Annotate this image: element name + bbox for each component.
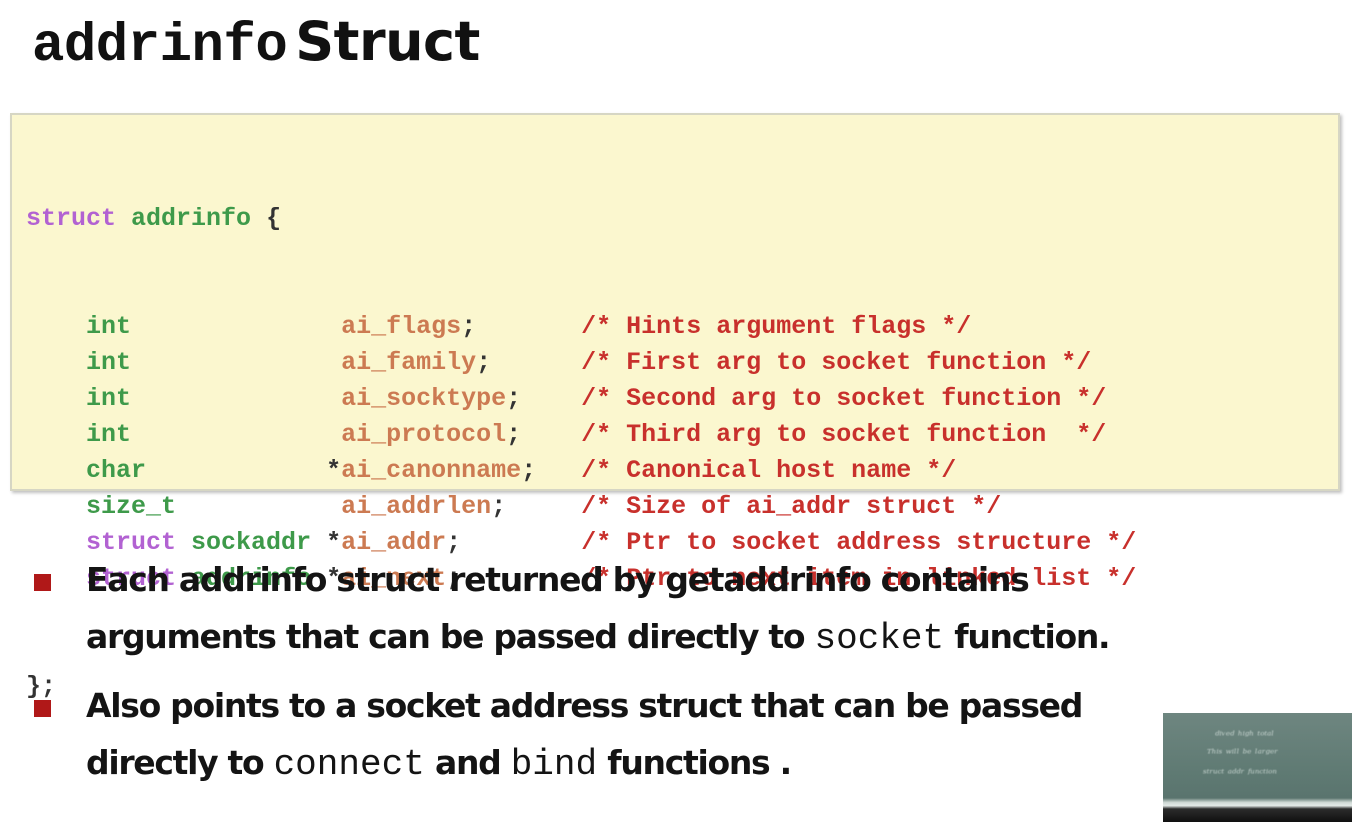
field-name: ai_protocol [341, 420, 507, 449]
code-bind: bind [510, 744, 598, 785]
struct-keyword: struct [26, 204, 117, 233]
semicolon: ; [521, 456, 537, 485]
slide-title-text: Struct [295, 10, 480, 73]
semicolon: ; [506, 384, 522, 413]
field-comment: /* Hints argument flags */ [581, 312, 972, 341]
slide-title-code: addrinfo [32, 16, 288, 77]
code-block: struct addrinfo { int ai_flags; /* Hints… [10, 113, 1340, 701]
field-comment: /* Second arg to socket function */ [581, 384, 1107, 413]
chalkboard-scribble: ᵀʰⁱˢ ʷⁱˡˡ ᵇᵉ ˡᵃʳᵍᵉʳ [1207, 747, 1279, 760]
field-comment: /* First arg to socket function */ [581, 348, 1092, 377]
field-type: int [86, 420, 132, 449]
slide-title: addrinfo Struct [32, 6, 480, 83]
bullet-1-line-1: Each addrinfo struct returned by getaddr… [86, 560, 1030, 599]
bullet-square-icon [34, 574, 51, 591]
code-line-field: char *ai_canonname; /* Canonical host na… [26, 453, 1136, 489]
open-brace: { [251, 204, 282, 233]
field-name: ai_addrlen [341, 492, 492, 521]
chalkboard-scribble: ˢᵗʳᵘᶜᵗ ᵃᵈᵈʳ ᶠᵘⁿᶜᵗⁱᵒⁿ [1203, 767, 1277, 780]
pointer-marker [326, 348, 341, 377]
field-name: ai_family [341, 348, 477, 377]
struct-name: addrinfo [131, 204, 252, 233]
lecturer-video-inset: ᵈⁱᵛᵉᵈ ʰⁱᵍʰ ᵗᵒᵗᵃˡ ᵀʰⁱˢ ʷⁱˡˡ ᵇᵉ ˡᵃʳᵍᵉʳ ˢᵗʳ… [1163, 713, 1352, 822]
code-line-field: size_t ai_addrlen; /* Size of ai_addr st… [26, 489, 1136, 525]
bullet-square-icon [34, 700, 51, 717]
bullet-1-line-2: arguments that can be passed directly to… [86, 609, 1111, 667]
pointer-marker [326, 492, 341, 521]
bullet-1-text-a: arguments that can be passed directly to [86, 617, 815, 656]
bullet-2-line-2: directly to connect and bind functions . [86, 735, 792, 793]
field-comment: /* Canonical host name */ [581, 456, 957, 485]
field-name: ai_flags [341, 312, 462, 341]
code-socket: socket [814, 618, 945, 659]
bullet-2-text-c: functions . [597, 743, 792, 782]
pointer-marker: * [326, 456, 342, 485]
field-name: ai_socktype [341, 384, 507, 413]
code-line-field: int ai_protocol; /* Third arg to socket … [26, 417, 1136, 453]
field-type: int [86, 384, 132, 413]
close-brace: }; [26, 672, 57, 701]
code-line-field: int ai_flags; /* Hints argument flags */ [26, 309, 1136, 345]
semicolon: ; [461, 312, 477, 341]
field-name: ai_canonname [341, 456, 522, 485]
chalkboard-scribble: ᵈⁱᵛᵉᵈ ʰⁱᵍʰ ᵗᵒᵗᵃˡ [1215, 729, 1274, 742]
code-connect: connect [273, 744, 425, 785]
field-type: int [86, 312, 132, 341]
code-line-header: struct addrinfo { [26, 201, 1136, 237]
bullet-2-text-a: directly to [86, 743, 274, 782]
field-type: char [86, 456, 147, 485]
field-type: size_t [86, 492, 177, 521]
code-line-field: int ai_socktype; /* Second arg to socket… [26, 381, 1136, 417]
bullet-1-text-b: function. [944, 617, 1110, 656]
bullet-2-text-b: and [424, 743, 511, 782]
pointer-marker [326, 312, 341, 341]
pointer-marker [326, 420, 341, 449]
semicolon: ; [491, 492, 507, 521]
bullet-2-line-1: Also points to a socket address struct t… [86, 686, 1083, 725]
pointer-marker [326, 384, 341, 413]
semicolon: ; [506, 420, 522, 449]
field-comment: /* Size of ai_addr struct */ [581, 492, 1002, 521]
field-comment: /* Third arg to socket function */ [581, 420, 1107, 449]
field-type: int [86, 348, 132, 377]
semicolon: ; [476, 348, 492, 377]
code-line-field: int ai_family; /* First arg to socket fu… [26, 345, 1136, 381]
